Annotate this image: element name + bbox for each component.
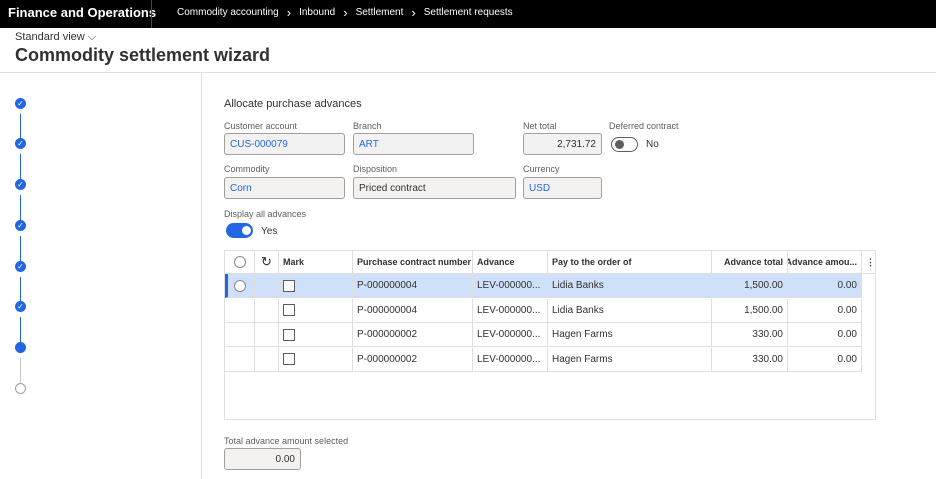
top-bar: Finance and Operations Commodity account… [0,0,936,28]
mark-checkbox[interactable] [283,328,295,341]
breadcrumb-item[interactable]: Commodity accounting [177,7,279,18]
cell-amount: 0.00 [788,274,862,297]
refresh-icon[interactable]: ↻ [255,251,279,273]
col-advance-amount[interactable]: Advance amou... [788,251,862,273]
chevron-right-icon: › [411,4,416,20]
cell-advance: LEV-000000... [473,347,548,371]
step-complete-icon[interactable]: ✓ [15,138,26,149]
step-current-icon[interactable] [15,342,26,353]
cell-contract: P-000000002 [353,323,473,346]
section-title: Allocate purchase advances [224,98,362,110]
divider [0,72,936,73]
cell-amount: 0.00 [788,323,862,346]
currency-label: Currency [523,164,560,174]
step-pending-icon[interactable] [15,383,26,394]
mark-cell [279,323,353,346]
table-row[interactable]: P-000000002 LEV-000000... Hagen Farms 330.0… [225,347,862,372]
currency-field[interactable]: USD [523,177,602,199]
branch-label: Branch [353,121,382,131]
mark-cell [279,347,353,371]
customer-account-field[interactable]: CUS-000079 [224,133,345,155]
grid-header: ↻ Mark Purchase contract number Advance … [225,251,875,274]
display-all-label: Display all advances [224,209,307,219]
chevron-right-icon: › [343,4,348,20]
cell-payee: Hagen Farms [548,347,712,371]
cell-advance: LEV-000000... [473,274,548,297]
net-total-label: Net total [523,121,557,131]
breadcrumb-item[interactable]: Settlement [356,7,404,18]
table-row[interactable]: P-000000002 LEV-000000... Hagen Farms 330.0… [225,323,862,347]
cell-amount: 0.00 [788,298,862,322]
page-title: Commodity settlement wizard [15,45,271,65]
disposition-label: Disposition [353,164,398,174]
cell-payee: Lidia Banks [548,298,712,322]
row-spacer [255,347,279,371]
mark-checkbox[interactable] [283,353,295,365]
cell-payee: Lidia Banks [548,274,712,297]
table-row[interactable]: P-000000004 LEV-000000... Lidia Banks 1,500… [225,298,862,323]
mark-cell [279,274,353,297]
select-all[interactable] [225,251,255,273]
cell-total: 1,500.00 [712,298,788,322]
step-complete-icon[interactable]: ✓ [15,301,26,312]
breadcrumb-item[interactable]: Settlement requests [424,7,513,18]
total-field[interactable]: 0.00 [224,448,301,470]
mark-checkbox[interactable] [283,279,295,292]
cell-total: 1,500.00 [712,274,788,297]
branch-field[interactable]: ART [353,133,474,155]
radio-icon [233,256,246,268]
view-selector[interactable]: Standard view ⌵ [15,31,96,44]
chevron-right-icon: › [286,4,292,20]
cell-contract: P-000000002 [353,347,473,371]
deferred-contract-value: No [646,139,659,150]
col-contract[interactable]: Purchase contract number [353,251,473,273]
mark-checkbox[interactable] [283,304,295,316]
col-mark[interactable]: Mark [279,251,353,273]
app-title[interactable]: Finance and Operations [8,5,156,20]
cell-total: 330.00 [712,323,788,346]
net-total-field[interactable]: 2,731.72 [523,133,602,155]
step-complete-icon[interactable]: ✓ [15,179,26,190]
disposition-field[interactable]: Priced contract [353,177,516,199]
radio-icon[interactable] [233,279,246,292]
mark-cell [279,298,353,322]
cell-contract: P-000000004 [353,274,473,297]
cell-advance: LEV-000000... [473,298,548,322]
col-advance[interactable]: Advance [473,251,548,273]
row-spacer [255,323,279,346]
customer-account-label: Customer account [224,121,298,131]
commodity-label: Commodity [224,164,270,174]
row-selector [225,347,255,371]
deferred-contract-toggle[interactable] [611,137,638,152]
view-label: Standard view [15,31,85,43]
cell-contract: P-000000004 [353,298,473,322]
col-payee[interactable]: Pay to the order of [548,251,712,273]
col-advance-total[interactable]: Advance total [712,251,788,273]
display-all-value: Yes [261,226,278,237]
cell-payee: Hagen Farms [548,323,712,346]
cell-advance: LEV-000000... [473,323,548,346]
divider [201,73,202,479]
display-all-toggle[interactable] [226,223,253,238]
step-complete-icon[interactable]: ✓ [15,220,26,231]
chevron-down-icon: ⌵ [87,31,97,43]
commodity-field[interactable]: Corn [224,177,345,199]
row-selector [225,323,255,346]
more-options-icon[interactable]: ⋮ [862,251,875,273]
row-spacer [255,298,279,322]
step-complete-icon[interactable]: ✓ [15,98,26,109]
breadcrumb-item[interactable]: Inbound [299,7,335,18]
table-row[interactable]: P-000000004 LEV-000000... Lidia Banks 1,500… [225,274,862,298]
row-selector [225,274,255,297]
row-spacer [255,274,279,297]
cell-amount: 0.00 [788,347,862,371]
deferred-contract-label: Deferred contract [609,121,679,131]
breadcrumb: Commodity accounting › Inbound › Settlemen… [177,4,513,20]
divider [151,0,152,28]
total-label: Total advance amount selected [224,436,349,446]
row-selector [225,298,255,322]
cell-total: 330.00 [712,347,788,371]
advances-grid: ↻ Mark Purchase contract number Advance … [224,250,876,420]
step-complete-icon[interactable]: ✓ [15,261,26,272]
